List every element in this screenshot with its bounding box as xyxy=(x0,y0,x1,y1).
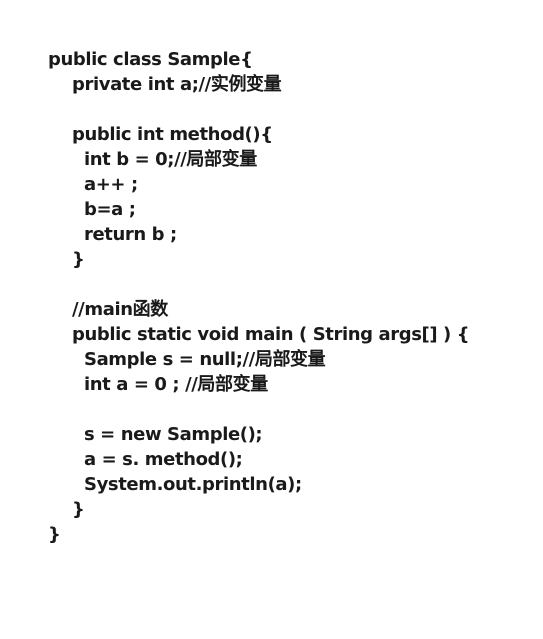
code-line-method-call: a = s. method(); xyxy=(84,449,243,470)
code-line-field-declaration: private int a;//实例变量 xyxy=(72,74,282,95)
code-line-assign: b=a ; xyxy=(84,199,136,220)
code-line-local-a: int a = 0 ; //局部变量 xyxy=(84,374,268,395)
code-line-main-signature: public static void main ( String args[] … xyxy=(72,324,470,345)
code-line-class-close: } xyxy=(48,524,61,545)
code-line-new-sample: s = new Sample(); xyxy=(84,424,263,445)
code-line-method-close: } xyxy=(72,249,85,270)
code-snippet: public class Sample{ private int a;//实例变… xyxy=(48,47,528,547)
code-line-class-declaration: public class Sample{ xyxy=(48,49,253,70)
code-line-local-s: Sample s = null;//局部变量 xyxy=(84,349,326,370)
code-line-println: System.out.println(a); xyxy=(84,474,302,495)
code-line-method-signature: public int method(){ xyxy=(72,124,273,145)
code-line-local-b: int b = 0;//局部变量 xyxy=(84,149,257,170)
code-line-main-comment: //main函数 xyxy=(72,299,168,320)
code-line-return: return b ; xyxy=(84,224,177,245)
code-line-increment: a++ ; xyxy=(84,174,138,195)
code-line-main-close: } xyxy=(72,499,85,520)
